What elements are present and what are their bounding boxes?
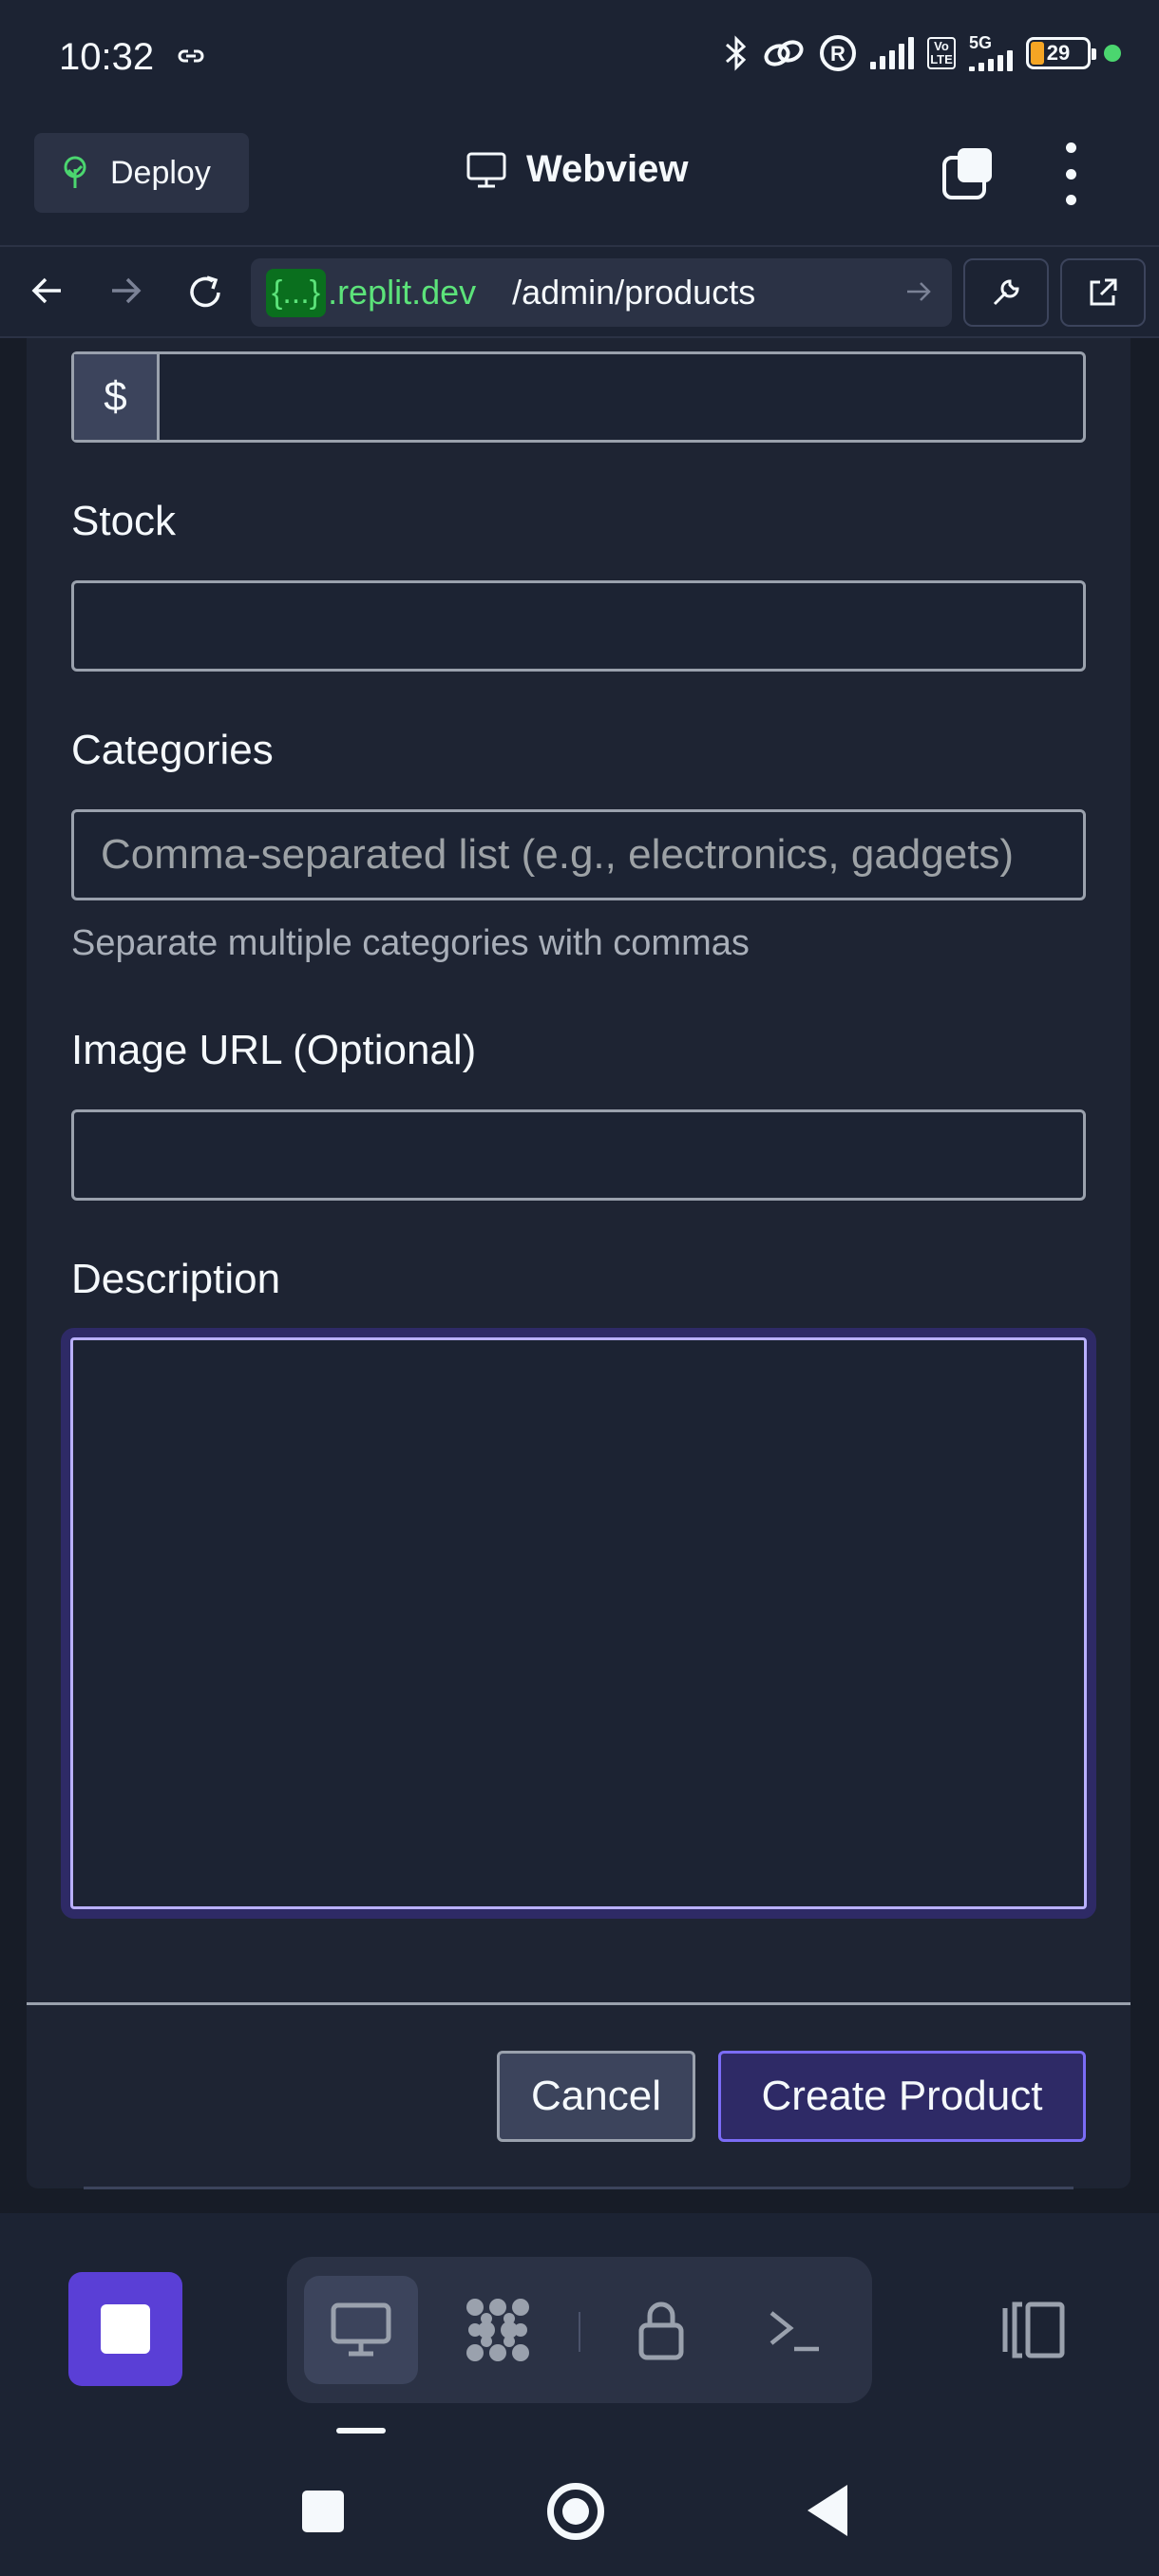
description-textarea-inner[interactable] — [70, 1337, 1087, 1909]
url-path: /admin/products — [512, 273, 756, 312]
deploy-label: Deploy — [110, 154, 211, 191]
stop-button[interactable] — [68, 2272, 182, 2386]
forward-arrow-icon[interactable] — [106, 272, 144, 310]
privacy-dot — [1104, 45, 1121, 62]
status-icons: R Vo LTE 5G 29 — [724, 34, 1121, 72]
monitor-icon — [466, 152, 506, 187]
go-arrow-icon[interactable] — [904, 277, 933, 306]
page-title: Webview — [526, 148, 689, 190]
secrets-tool-button[interactable] — [604, 2276, 718, 2384]
registered-icon: R — [820, 35, 856, 71]
categories-input[interactable]: Comma-separated list (e.g., electronics,… — [71, 809, 1086, 900]
tool-switcher — [287, 2257, 872, 2403]
recents-button[interactable] — [302, 2491, 344, 2532]
webview-tool-button[interactable] — [304, 2276, 418, 2384]
app-header: Deploy Webview — [0, 114, 1159, 247]
stock-input[interactable] — [71, 580, 1086, 672]
deploy-tree-icon — [64, 156, 86, 188]
devtools-button[interactable] — [963, 258, 1049, 327]
packager-icon — [466, 2299, 529, 2361]
price-input[interactable]: $ — [71, 351, 1086, 443]
panel-bottom-edge — [84, 2187, 1074, 2189]
bottom-toolbar — [0, 2213, 1159, 2441]
volte-icon: Vo LTE — [927, 37, 956, 69]
signal-icon — [870, 37, 914, 69]
description-label: Description — [71, 1256, 281, 1302]
status-bar: 10:32 R Vo LTE 5G 29 — [0, 0, 1159, 114]
more-menu-icon[interactable] — [1056, 142, 1085, 205]
link-icon — [178, 49, 204, 63]
status-time: 10:32 — [59, 36, 155, 78]
active-tool-indicator — [336, 2428, 386, 2434]
image-url-input[interactable] — [71, 1109, 1086, 1201]
open-external-button[interactable] — [1060, 258, 1146, 327]
back-button[interactable] — [808, 2485, 847, 2536]
back-arrow-icon[interactable] — [28, 272, 66, 310]
create-product-button[interactable]: Create Product — [718, 2051, 1086, 2142]
home-button[interactable] — [547, 2483, 604, 2540]
categories-placeholder: Comma-separated list (e.g., electronics,… — [101, 831, 1015, 878]
address-field[interactable]: {...} .replit.dev /admin/products — [251, 258, 952, 327]
description-textarea[interactable] — [61, 1328, 1096, 1919]
side-panel-icon[interactable] — [999, 2301, 1068, 2359]
hotspot-link-icon — [764, 40, 804, 66]
battery-icon: 29 — [1026, 37, 1096, 69]
tabs-icon[interactable] — [940, 146, 996, 201]
deploy-button[interactable]: Deploy — [34, 133, 249, 213]
shell-icon — [770, 2311, 819, 2352]
categories-hint: Separate multiple categories with commas — [71, 923, 750, 963]
stop-icon — [101, 2304, 150, 2354]
tool-separator — [579, 2312, 580, 2352]
footer-divider — [27, 2002, 1130, 2005]
network-5g-icon: 5G — [969, 34, 1013, 71]
stock-label: Stock — [71, 498, 177, 544]
webview-title: Webview — [466, 148, 688, 191]
svg-text:R: R — [830, 42, 846, 66]
lock-icon — [638, 2301, 684, 2360]
categories-label: Categories — [71, 727, 274, 773]
currency-prefix: $ — [74, 354, 160, 440]
reload-icon[interactable] — [184, 272, 226, 313]
image-url-label: Image URL (Optional) — [71, 1027, 477, 1073]
packager-tool-button[interactable] — [441, 2276, 555, 2384]
bluetooth-icon — [726, 35, 747, 71]
url-bar: {...} .replit.dev /admin/products — [0, 247, 1159, 338]
webview-icon — [331, 2302, 391, 2357]
url-domain: .replit.dev — [328, 273, 477, 312]
shell-tool-button[interactable] — [737, 2276, 851, 2384]
external-link-icon — [1090, 278, 1117, 306]
battery-level: 29 — [1046, 41, 1071, 65]
system-navigation-bar — [0, 2441, 1159, 2576]
repl-badge: {...} — [266, 268, 327, 317]
cancel-button[interactable]: Cancel — [497, 2051, 695, 2142]
wrench-icon — [993, 279, 1019, 306]
